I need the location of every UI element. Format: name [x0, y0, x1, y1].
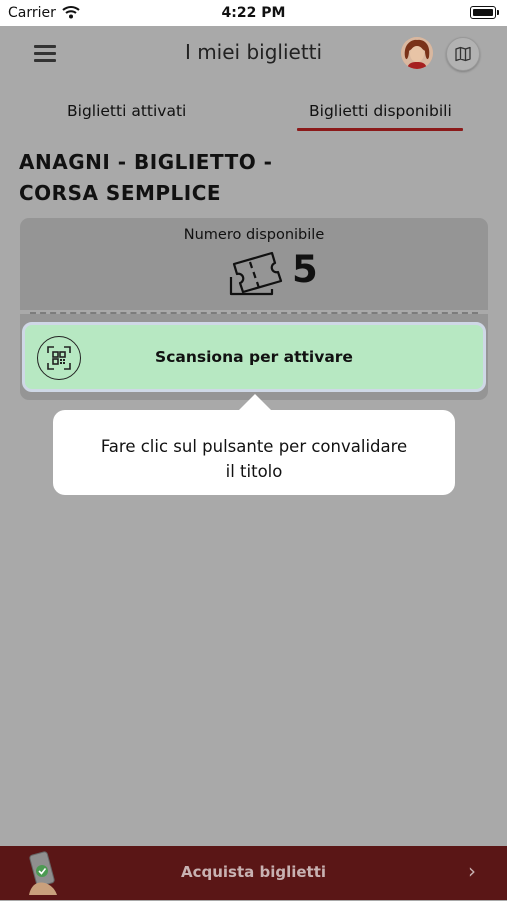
nav-bar: I miei biglietti [0, 26, 507, 84]
tooltip-line2: il titolo [225, 462, 283, 481]
scan-button-label: Scansiona per attivare [155, 348, 353, 366]
tooltip: Fare clic sul pulsante per convalidare i… [53, 410, 455, 495]
clock: 4:22 PM [221, 5, 286, 21]
status-bar: Carrier 4:22 PM [0, 0, 507, 26]
map-button[interactable] [446, 37, 480, 71]
available-count: 5 [292, 248, 318, 291]
ticket-title: ANAGNI - BIGLIETTO - CORSA SEMPLICE [19, 147, 319, 209]
tab-available-tickets[interactable]: Biglietti disponibili [309, 102, 452, 120]
buy-tickets-bar[interactable]: Acquista biglietti › [0, 846, 507, 900]
ticket-title-line1: ANAGNI - BIGLIETTO - [19, 150, 273, 174]
tooltip-text: Fare clic sul pulsante per convalidare i… [73, 434, 435, 484]
tooltip-line1: Fare clic sul pulsante per convalidare [100, 437, 408, 456]
tooltip-arrow [238, 394, 272, 411]
buy-tickets-label: Acquista biglietti [180, 863, 327, 881]
tab-activated-tickets[interactable]: Biglietti attivati [67, 102, 186, 120]
battery-icon [470, 6, 499, 19]
active-tab-indicator [297, 128, 463, 131]
ticket-card-top: Numero disponibile 5 [20, 218, 488, 310]
map-icon [455, 46, 471, 62]
ticket-icon [228, 250, 284, 300]
chevron-right-icon: › [468, 859, 476, 883]
avatar[interactable] [401, 37, 433, 69]
ticket-tabs: Biglietti attivati Biglietti disponibili [0, 96, 507, 136]
ticket-title-line2: CORSA SEMPLICE [19, 181, 222, 205]
available-label: Numero disponibile [183, 227, 325, 243]
scan-to-activate-button[interactable]: Scansiona per attivare [22, 322, 486, 392]
